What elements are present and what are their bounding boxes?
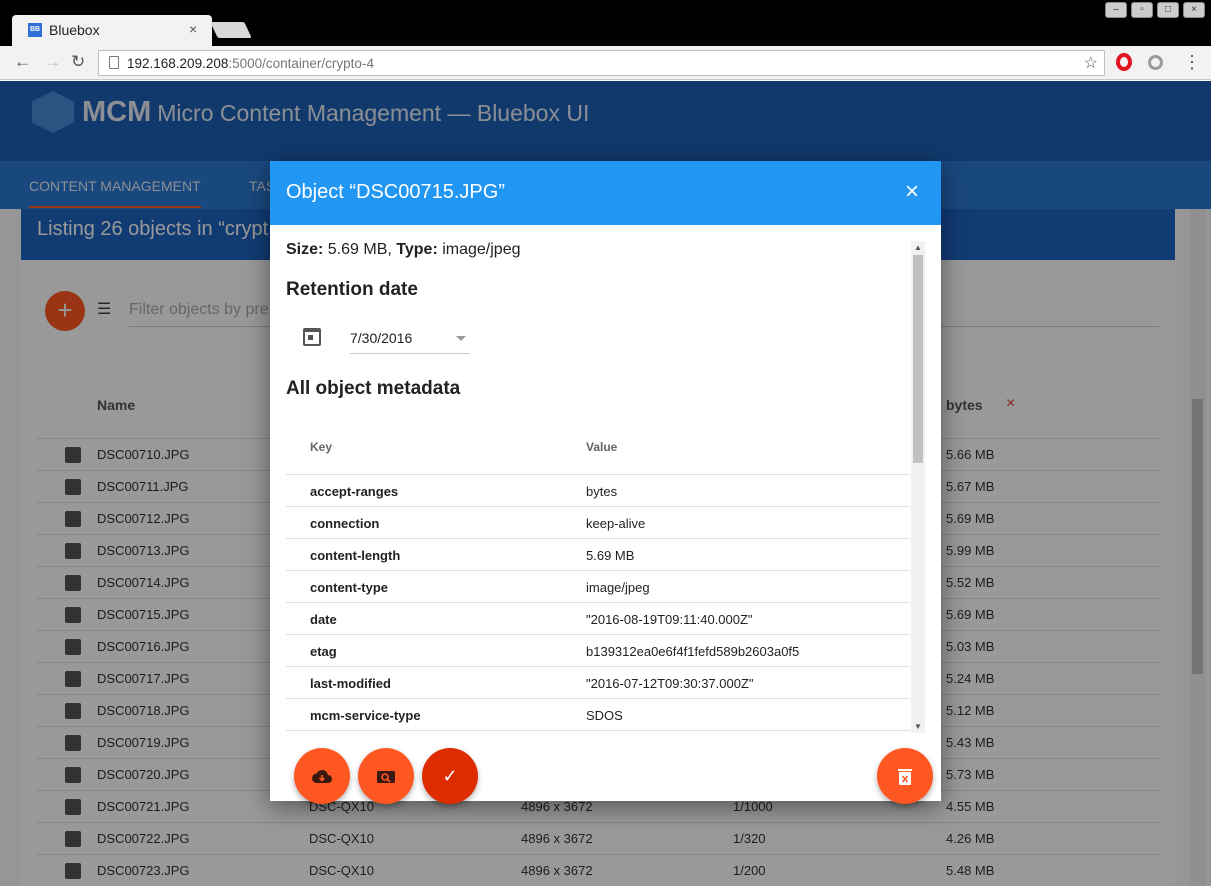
object-detail-dialog: Object “DSC00715.JPG” × Size: 5.69 MB, T… [270,161,941,804]
confirm-icon: ✓ [442,766,458,786]
opera-extension-icon[interactable] [1116,53,1132,71]
retention-date-select[interactable]: 7/30/2016 [350,330,470,354]
dialog-body: Size: 5.69 MB, Type: image/jpeg Retentio… [270,225,926,735]
browser-titlebar: BB Bluebox × – ▫ □ × [0,0,1211,46]
window-controls: – ▫ □ × [1105,2,1205,18]
table-row: content-type image/jpeg [286,571,910,603]
extension-icon[interactable] [1148,55,1163,70]
new-tab-button[interactable] [210,22,252,38]
close-window-button[interactable]: × [1183,2,1205,18]
forward-arrow-icon[interactable]: → [44,52,61,72]
download-icon [312,770,332,784]
bookmark-star-icon[interactable]: ☆ [1084,53,1098,73]
metadata-heading: All object metadata [286,378,461,399]
metadata-table-header: Key Value [286,421,910,475]
page-icon [109,56,119,69]
back-arrow-icon[interactable]: ← [14,52,31,72]
minimize-button[interactable]: – [1105,2,1127,18]
delete-button[interactable] [877,748,933,804]
confirm-button[interactable]: ✓ [422,748,478,804]
download-button[interactable] [294,748,350,804]
url-text[interactable]: 192.168.209.208:5000/container/crypto-4 [127,56,374,71]
bluebox-favicon-icon: BB [28,23,42,37]
browser-toolbar: ← → ↻ 192.168.209.208:5000/container/cry… [0,46,1211,80]
dialog-title: Object “DSC00715.JPG” [286,181,505,203]
table-row: last-modified "2016-07-12T09:30:37.000Z" [286,667,910,699]
dialog-scrollbar-thumb[interactable] [913,255,923,463]
preview-icon [377,771,395,784]
scroll-down-icon[interactable]: ▼ [914,722,922,731]
table-row: mcm-service-type SDOS [286,699,910,731]
table-row: content-length 5.69 MB [286,539,910,571]
menu-dots-icon[interactable]: ⋮ [1183,52,1201,73]
tab-close-icon[interactable]: × [189,21,197,37]
scroll-up-icon[interactable]: ▲ [914,243,922,252]
table-row: connection keep-alive [286,507,910,539]
delete-icon [898,769,912,786]
chevron-down-icon [456,336,466,341]
calendar-icon [303,328,321,346]
restore-button[interactable]: ▫ [1131,2,1153,18]
address-bar[interactable]: 192.168.209.208:5000/container/crypto-4 … [98,50,1105,76]
close-icon[interactable]: × [901,180,923,204]
object-summary: Size: 5.69 MB, Type: image/jpeg [286,241,521,258]
dialog-header: Object “DSC00715.JPG” × [270,161,941,225]
browser-tab-bluebox[interactable]: BB Bluebox × [12,15,212,46]
tab-title: Bluebox [49,22,100,38]
preview-button[interactable] [358,748,414,804]
table-row: date "2016-08-19T09:11:40.000Z" [286,603,910,635]
maximize-button[interactable]: □ [1157,2,1179,18]
metadata-table: Key Value accept-ranges bytes connection k… [286,421,910,731]
reload-icon[interactable]: ↻ [71,52,85,72]
dialog-scrollbar[interactable]: ▲ ▼ [911,241,925,733]
table-row: etag b139312ea0e6f4f1fefd589b2603a0f5 [286,635,910,667]
table-row: accept-ranges bytes [286,475,910,507]
retention-date-heading: Retention date [286,279,418,300]
